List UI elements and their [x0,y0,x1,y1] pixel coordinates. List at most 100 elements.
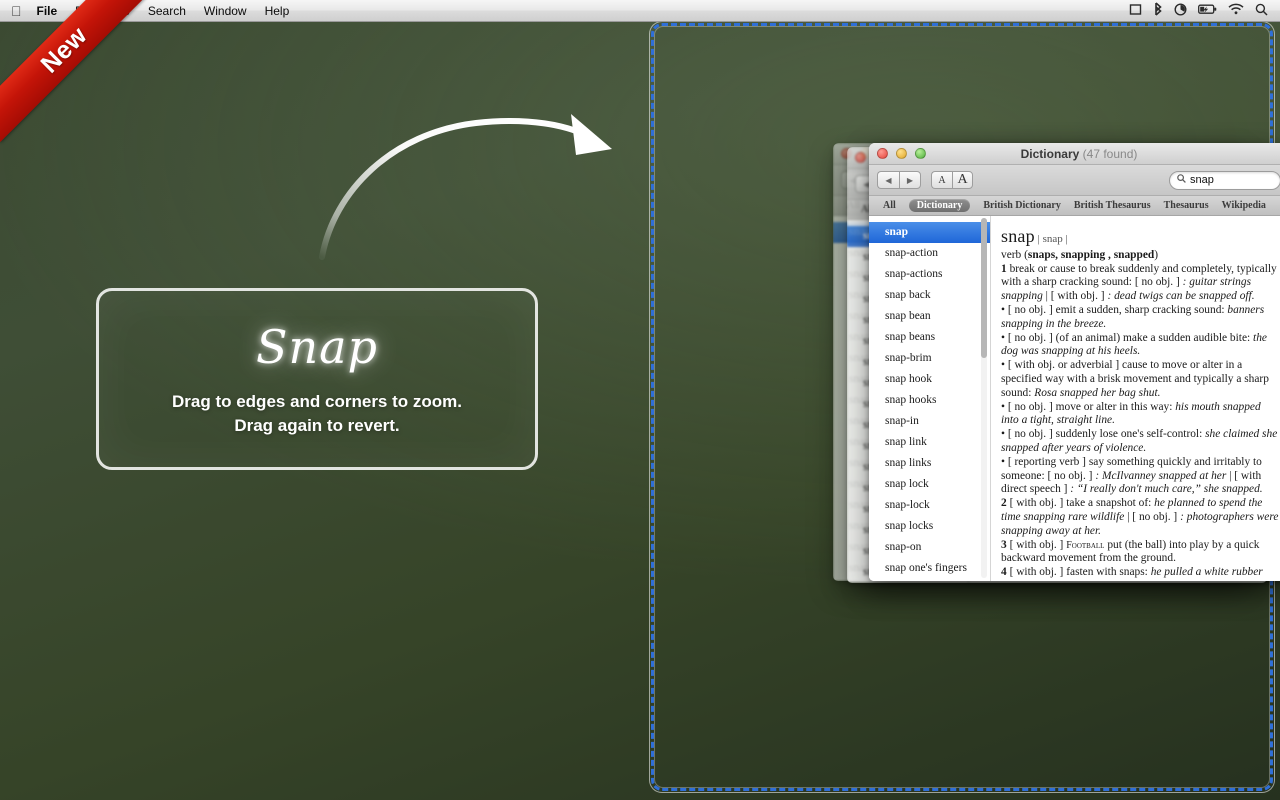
close-button[interactable] [855,152,866,163]
sense-example-2-text: dead twigs can be snapped off. [1114,290,1254,302]
back-button[interactable]: ◀ [877,171,899,189]
menu-item-edit[interactable]: Edit [66,0,105,22]
sense-number: 2 [1001,497,1007,509]
entry-sense-4: 4 [ with obj. ] fasten with snaps: he pu… [1001,566,1280,581]
entry-bullet-1: • [ no obj. ] emit a sudden, sharp crack… [1001,304,1280,332]
dictionary-tab-bar: All Dictionary British Dictionary Britis… [869,196,1280,216]
forward-button[interactable]: ▶ [899,171,921,189]
bullet-grammar: [ no obj. ] [1008,428,1053,440]
list-item-snap-lock-hyphen[interactable]: snap-lock [869,495,990,516]
snap-card-line2: Drag again to revert. [234,414,399,438]
sense-grammar: [ with obj. ] [1010,566,1064,578]
word-list-scrollbar-thumb[interactable] [981,218,987,358]
bullet-text: suddenly lose one's self-control: [1056,428,1203,440]
tab-thesaurus[interactable]: Thesaurus [1164,200,1209,211]
bullet-grammar: [ with obj. or adverbial ] [1008,359,1119,371]
list-item-snap-in[interactable]: snap-in [869,411,990,432]
search-icon [1177,174,1186,186]
sense-grammar-2: [ with obj. ] [1051,290,1105,302]
snap-card-title: Snap [256,320,378,374]
definition-pane: snap | snap | verb (snaps, snapping , sn… [991,216,1280,581]
menu-item-window[interactable]: Window [195,0,256,22]
entry-pronunciation: | snap | [1038,233,1068,245]
wifi-icon[interactable] [1228,3,1244,18]
search-field[interactable]: snap [1169,171,1280,190]
bullet-example-text: McIlvanney snapped at her [1102,470,1226,482]
entry-part-of-speech: verb [1001,249,1021,261]
bullet-grammar: [ no obj. ] [1008,401,1053,413]
bullet-text: (of an animal) make a sudden audible bit… [1056,332,1251,344]
tab-all[interactable]: All [883,200,896,211]
tab-british-thesaurus[interactable]: British Thesaurus [1074,200,1151,211]
list-item-snap-hooks[interactable]: snap hooks [869,390,990,411]
dictionary-window[interactable]: Dictionary (47 found) ◀ ▶ A A snap All [869,143,1280,581]
spotlight-search-icon[interactable] [1255,3,1268,19]
list-item-snap-links[interactable]: snap links [869,453,990,474]
list-item-snap-lock[interactable]: snap lock [869,474,990,495]
menu-item-help[interactable]: Help [256,0,299,22]
bullet-grammar: [ reporting verb ] [1008,456,1086,468]
bullet-sep: | [1229,470,1231,482]
entry-headword: snap [1001,226,1035,246]
list-item-snap-hook[interactable]: snap hook [869,369,990,390]
word-list[interactable]: snap snap-action snap-actions snap back … [869,216,991,581]
entry-bullet-6: • [ reporting verb ] say something quick… [1001,456,1280,497]
sense-example-2: : dead twigs can be snapped off. [1107,290,1254,302]
bullet-grammar: [ no obj. ] [1008,304,1053,316]
entry-inflections-close: ) [1154,249,1158,261]
list-item-snap[interactable]: snap [869,222,990,243]
window-result-count: (47 found) [1083,147,1138,161]
bluetooth-icon[interactable] [1153,2,1163,19]
list-item-snap-brim[interactable]: snap-brim [869,348,990,369]
apple-icon[interactable]:  [11,4,22,18]
tab-wikipedia[interactable]: Wikipedia [1222,200,1266,211]
menu-bar:  File Edit Go Search Window Help [0,0,1280,22]
tab-british-dictionary[interactable]: British Dictionary [983,200,1061,211]
font-larger-button[interactable]: A [952,171,973,189]
dictionary-window-chrome: Dictionary (47 found) ◀ ▶ A A snap All [869,143,1280,581]
search-input[interactable]: snap [1190,174,1214,186]
sense-domain-label: Football [1066,540,1104,551]
nav-segment[interactable]: ◀ ▶ [877,171,921,189]
list-item-snap-actions[interactable]: snap-actions [869,264,990,285]
list-item-snap-link[interactable]: snap link [869,432,990,453]
new-ribbon-label: New [35,21,93,79]
menu-item-search[interactable]: Search [139,0,195,22]
list-item-snap-on[interactable]: snap-on [869,537,990,558]
timemachine-icon[interactable] [1174,3,1187,19]
entry-inflections: snaps, snapping , snapped [1028,249,1154,261]
list-item-snap-back[interactable]: snap back [869,285,990,306]
entry-bullet-2: • [ no obj. ] (of an animal) make a sudd… [1001,332,1280,360]
entry-bullet-4: • [ no obj. ] move or alter in this way:… [1001,401,1280,429]
bullet-example-2: : “I really don't much care,” she snappe… [1070,483,1262,495]
sense-number: 1 [1001,263,1007,275]
battery-icon[interactable] [1198,4,1217,18]
dictionary-toolbar: ◀ ▶ A A snap [869,165,1280,196]
menu-item-go[interactable]: Go [105,0,139,22]
list-item-snap-action[interactable]: snap-action [869,243,990,264]
entry-part-of-speech-line: verb (snaps, snapping , snapped) [1001,249,1280,263]
bullet-grammar-2: [ no obj. ] [1048,470,1093,482]
list-item-snap-locks[interactable]: snap locks [869,516,990,537]
curved-drag-arrow [300,105,640,265]
display-icon[interactable] [1129,3,1142,19]
sense-number: 4 [1001,566,1007,578]
font-smaller-button[interactable]: A [931,171,952,189]
bullet-example: : McIlvanney snapped at her [1095,470,1226,482]
window-title: Dictionary (47 found) [869,147,1280,161]
list-item-snap-beans[interactable]: snap beans [869,327,990,348]
list-item-snap-ones-fingers[interactable]: snap one's fingers [869,558,990,579]
word-list-scrollbar[interactable] [981,218,987,578]
entry-sense-2: 2 [ with obj. ] take a snapshot of: he p… [1001,497,1280,538]
dictionary-titlebar[interactable]: Dictionary (47 found) [869,143,1280,165]
bullet-text: emit a sudden, sharp cracking sound: [1056,304,1225,316]
list-item-snap-bean[interactable]: snap bean [869,306,990,327]
snap-info-card: Snap Drag to edges and corners to zoom. … [96,288,538,470]
menu-item-file[interactable]: File [28,0,67,22]
bullet-grammar: [ no obj. ] [1008,332,1053,344]
entry-sense-3: 3 [ with obj. ] Football put (the ball) … [1001,539,1280,567]
entry-sense-1: 1 break or cause to break suddenly and c… [1001,263,1280,304]
sense-text: take a snapshot of: [1066,497,1151,509]
tab-dictionary[interactable]: Dictionary [909,199,971,212]
sense-sep: | [1046,290,1048,302]
